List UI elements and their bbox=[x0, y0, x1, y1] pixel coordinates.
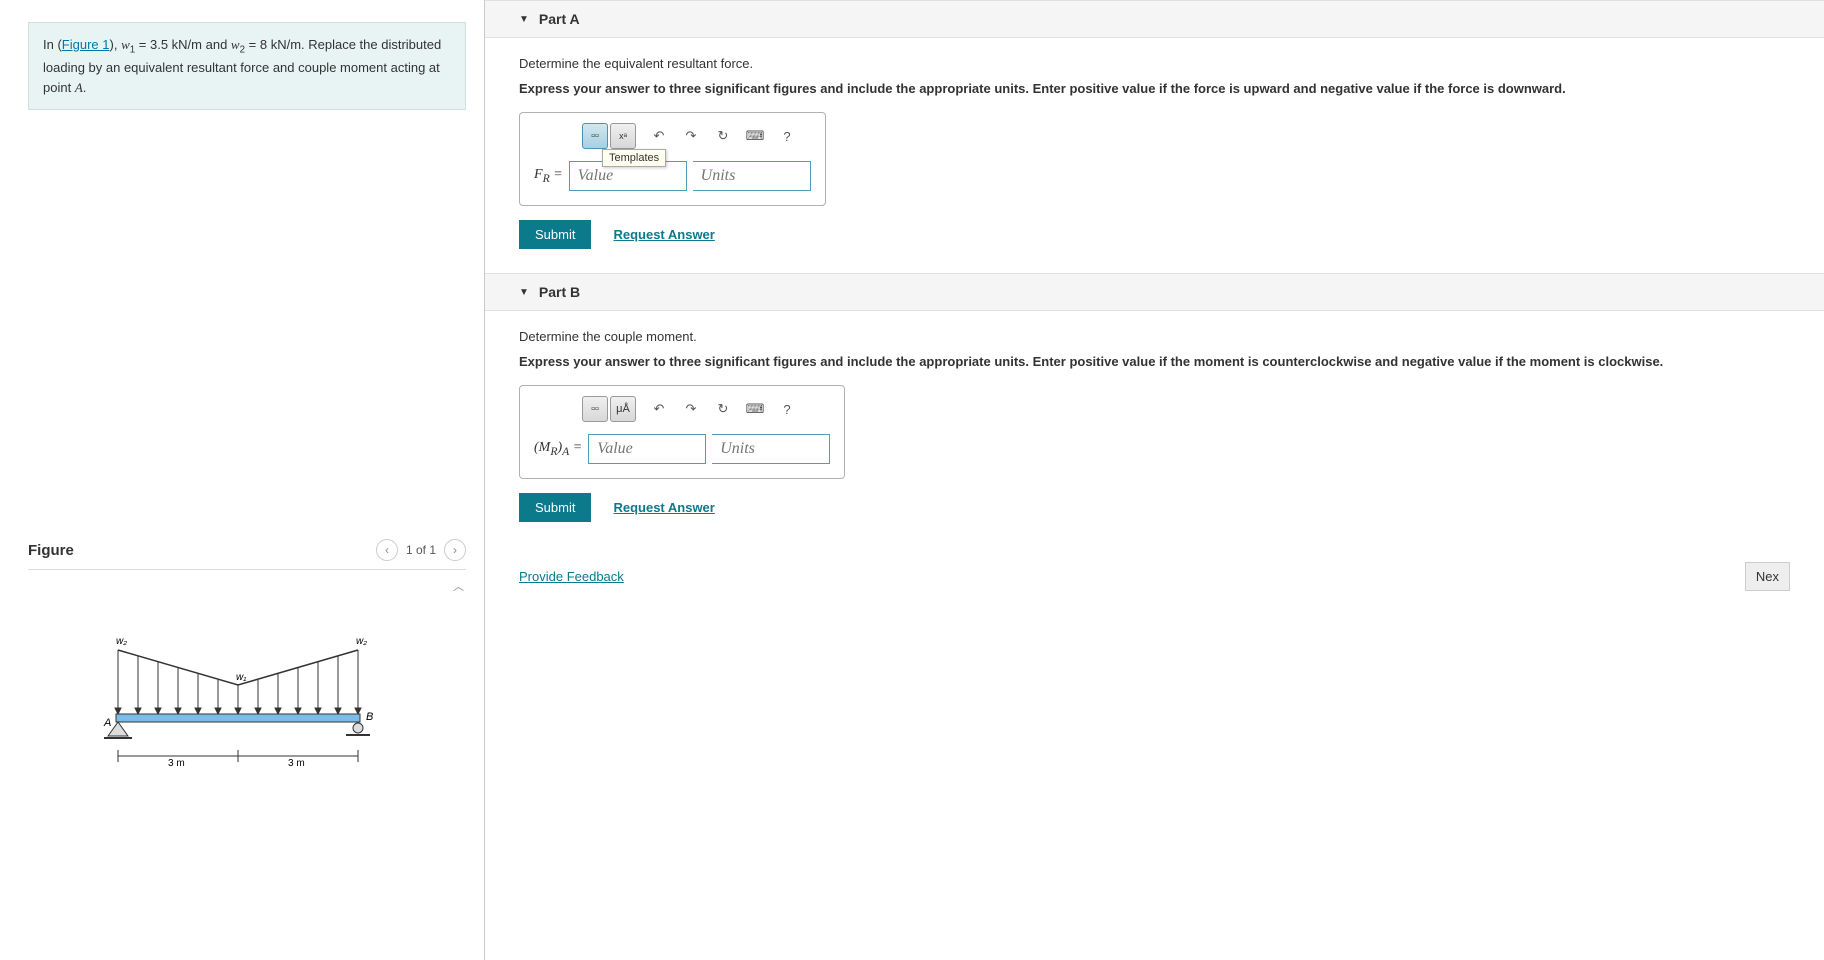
label-w2r: w₂ bbox=[356, 636, 367, 647]
part-a-title: Part A bbox=[539, 11, 580, 27]
figure-counter: 1 of 1 bbox=[406, 543, 436, 557]
caret-down-icon: ▼ bbox=[519, 287, 529, 298]
problem-statement: In (Figure 1), w1 = 3.5 kN/m and w2 = 8 … bbox=[28, 22, 466, 110]
undo-icon[interactable]: ↶ bbox=[650, 127, 668, 145]
part-b-instruction: Express your answer to three significant… bbox=[519, 354, 1790, 369]
part-b-units-input[interactable] bbox=[712, 434, 830, 464]
provide-feedback-link[interactable]: Provide Feedback bbox=[519, 569, 624, 584]
part-a-actions: Submit Request Answer bbox=[519, 220, 1790, 249]
part-a-body: Determine the equivalent resultant force… bbox=[485, 38, 1824, 273]
part-a-units-input[interactable] bbox=[693, 161, 811, 191]
symbols-button[interactable]: xᵃ bbox=[610, 123, 636, 149]
symbols-button-b[interactable]: μÅ bbox=[610, 396, 636, 422]
scroll-up-icon[interactable]: ︿ bbox=[453, 578, 464, 594]
part-a-variable: FR = bbox=[534, 167, 563, 185]
figure-body: ︿ bbox=[28, 570, 466, 800]
part-a-prompt: Determine the equivalent resultant force… bbox=[519, 56, 1790, 71]
label-a: A bbox=[103, 717, 111, 729]
label-w2l: w₂ bbox=[116, 636, 127, 647]
w2-var: w bbox=[231, 37, 240, 52]
undo-icon[interactable]: ↶ bbox=[650, 400, 668, 418]
figure-header: Figure ‹ 1 of 1 › bbox=[28, 531, 466, 570]
label-dim1: 3 m bbox=[168, 758, 185, 769]
w1-var: w bbox=[121, 37, 130, 52]
label-dim2: 3 m bbox=[288, 758, 305, 769]
part-a-answer-row: FR = bbox=[534, 161, 811, 191]
beam-diagram: w₂ w₁ w₂ A B 3 m 3 m bbox=[98, 630, 398, 800]
figure-next-button[interactable]: › bbox=[444, 539, 466, 561]
part-a-request-answer[interactable]: Request Answer bbox=[613, 227, 714, 242]
part-b-toolbar: ▫▫ μÅ ↶ ↷ ↻ ⌨ ? bbox=[582, 396, 830, 422]
part-b-variable: (MR)A = bbox=[534, 440, 582, 458]
next-button[interactable]: Nex bbox=[1745, 562, 1790, 591]
part-b-value-input[interactable] bbox=[588, 434, 706, 464]
label-b: B bbox=[366, 711, 373, 723]
w1-eq: = 3.5 kN/m and bbox=[135, 37, 231, 52]
figure-section: Figure ‹ 1 of 1 › ︿ bbox=[28, 531, 466, 800]
figure-nav: ‹ 1 of 1 › bbox=[376, 539, 466, 561]
part-a-submit-button[interactable]: Submit bbox=[519, 220, 591, 249]
part-a-header[interactable]: ▼ Part A bbox=[485, 0, 1824, 38]
part-a-toolbar: ▫▫ xᵃ Templates ↶ ↷ ↻ ⌨ ? bbox=[582, 123, 811, 149]
point-a: A bbox=[75, 80, 83, 95]
part-b-prompt: Determine the couple moment. bbox=[519, 329, 1790, 344]
redo-icon[interactable]: ↷ bbox=[682, 127, 700, 145]
keyboard-icon[interactable]: ⌨ bbox=[746, 400, 764, 418]
figure-link[interactable]: Figure 1 bbox=[62, 37, 110, 52]
part-b-request-answer[interactable]: Request Answer bbox=[613, 500, 714, 515]
help-icon[interactable]: ? bbox=[778, 400, 796, 418]
part-b-title: Part B bbox=[539, 284, 580, 300]
part-b-submit-button[interactable]: Submit bbox=[519, 493, 591, 522]
templates-tooltip: Templates bbox=[602, 149, 666, 167]
part-b-header[interactable]: ▼ Part B bbox=[485, 273, 1824, 311]
label-w1: w₁ bbox=[236, 672, 246, 683]
part-a-instruction: Express your answer to three significant… bbox=[519, 81, 1790, 96]
part-b-body: Determine the couple moment. Express you… bbox=[485, 311, 1824, 546]
problem-prefix: In ( bbox=[43, 37, 62, 52]
reset-icon[interactable]: ↻ bbox=[714, 127, 732, 145]
problem-mid1: ), bbox=[110, 37, 122, 52]
left-panel: In (Figure 1), w1 = 3.5 kN/m and w2 = 8 … bbox=[0, 0, 485, 960]
figure-prev-button[interactable]: ‹ bbox=[376, 539, 398, 561]
problem-end: . bbox=[83, 80, 87, 95]
figure-title: Figure bbox=[28, 542, 74, 559]
part-b-answer-box: ▫▫ μÅ ↶ ↷ ↻ ⌨ ? (MR)A = bbox=[519, 385, 845, 479]
part-a-answer-box: ▫▫ xᵃ Templates ↶ ↷ ↻ ⌨ ? FR = bbox=[519, 112, 826, 206]
templates-button-b[interactable]: ▫▫ bbox=[582, 396, 608, 422]
feedback-row: Provide Feedback Nex bbox=[485, 562, 1824, 591]
help-icon[interactable]: ? bbox=[778, 127, 796, 145]
part-b-actions: Submit Request Answer bbox=[519, 493, 1790, 522]
redo-icon[interactable]: ↷ bbox=[682, 400, 700, 418]
templates-button[interactable]: ▫▫ bbox=[582, 123, 608, 149]
right-panel: ▼ Part A Determine the equivalent result… bbox=[485, 0, 1824, 960]
part-b-answer-row: (MR)A = bbox=[534, 434, 830, 464]
caret-down-icon: ▼ bbox=[519, 14, 529, 25]
reset-icon[interactable]: ↻ bbox=[714, 400, 732, 418]
keyboard-icon[interactable]: ⌨ bbox=[746, 127, 764, 145]
